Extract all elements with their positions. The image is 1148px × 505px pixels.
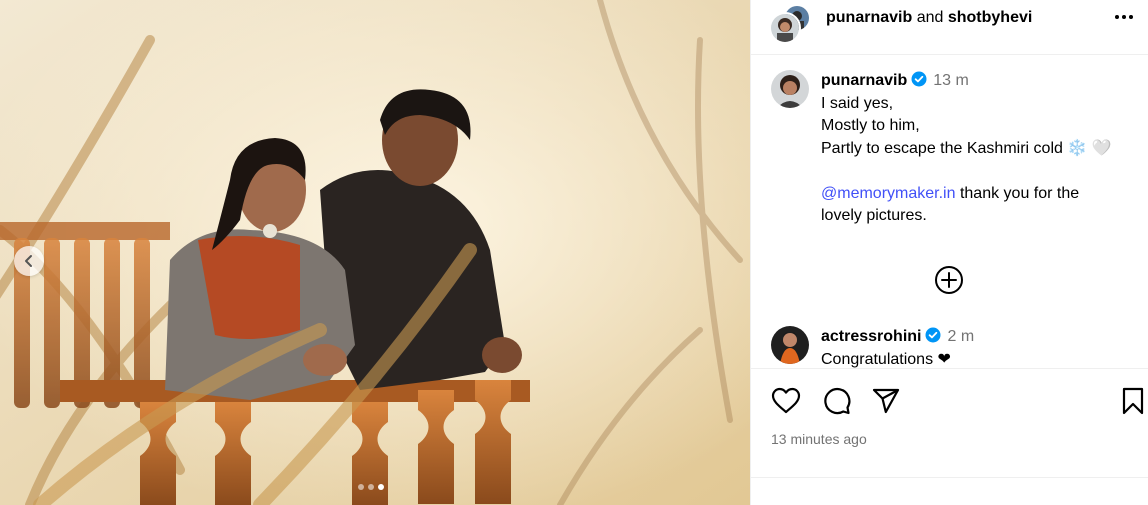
caption-line: Partly to escape the Kashmiri cold ❄️ 🤍 bbox=[821, 139, 1112, 157]
carousel-dot bbox=[358, 484, 364, 490]
post-photo bbox=[0, 0, 750, 505]
caption-text: thank you for the bbox=[959, 184, 1080, 202]
like-button[interactable] bbox=[771, 387, 801, 420]
carousel-prev-button[interactable] bbox=[14, 246, 44, 276]
verified-icon bbox=[911, 71, 927, 87]
caption-line: lovely pictures. bbox=[821, 207, 927, 224]
comment-username[interactable]: punarnavib bbox=[821, 72, 907, 89]
caption-body: punarnavib 13 m I said yes, Mostly to him… bbox=[821, 70, 1121, 228]
avatar[interactable] bbox=[771, 70, 809, 108]
comment-header: actressrohini 2 m bbox=[821, 326, 1121, 349]
comment-time: 13 m bbox=[933, 72, 969, 89]
heart-icon bbox=[771, 387, 801, 414]
share-icon bbox=[872, 388, 900, 414]
comment-time: 2 m bbox=[947, 328, 975, 345]
share-button[interactable] bbox=[871, 387, 901, 420]
collab-avatars[interactable] bbox=[769, 4, 811, 46]
load-more-comments-button[interactable] bbox=[934, 265, 964, 295]
more-options-button[interactable] bbox=[1113, 6, 1135, 34]
post-side-panel: punarnavib and shotbyhevi punarnavib 13 m… bbox=[750, 0, 1148, 505]
plus-circle-icon bbox=[935, 266, 963, 294]
caption-line: I said yes, bbox=[821, 94, 894, 112]
divider bbox=[751, 477, 1148, 478]
more-icon bbox=[1115, 15, 1133, 19]
bookmark-icon bbox=[1122, 387, 1144, 415]
comments-section: punarnavib 13 m I said yes, Mostly to him… bbox=[751, 54, 1148, 368]
avatar bbox=[769, 12, 801, 44]
couple-photo bbox=[0, 0, 750, 505]
chevron-left-icon bbox=[25, 255, 32, 267]
save-button[interactable] bbox=[1121, 387, 1145, 420]
comment-icon bbox=[824, 387, 851, 415]
caption-line: @memorymaker.in thank you for the bbox=[821, 183, 1121, 206]
carousel-dot bbox=[368, 484, 374, 490]
caption-line: Mostly to him, bbox=[821, 117, 920, 134]
carousel-dot-active bbox=[378, 484, 384, 490]
avatar[interactable] bbox=[771, 326, 809, 364]
mention-link[interactable]: @memorymaker.in bbox=[821, 185, 956, 202]
post-header-title: punarnavib and shotbyhevi bbox=[826, 9, 1032, 27]
header-connector: and bbox=[916, 9, 944, 26]
post-timestamp[interactable]: 13 minutes ago bbox=[771, 431, 867, 447]
carousel-indicator bbox=[358, 484, 384, 490]
header-user-link[interactable]: punarnavib bbox=[826, 9, 912, 26]
post-header: punarnavib and shotbyhevi bbox=[751, 0, 1148, 55]
comment-text: Congratulations ❤ bbox=[821, 350, 951, 368]
caption-header: punarnavib 13 m bbox=[821, 70, 1121, 93]
post-actions: 13 minutes ago bbox=[751, 368, 1148, 479]
comment-button[interactable] bbox=[821, 387, 851, 420]
comment-username[interactable]: actressrohini bbox=[821, 328, 921, 345]
comment-body: actressrohini 2 m Congratulations ❤ bbox=[821, 326, 1121, 368]
verified-icon bbox=[925, 327, 941, 343]
header-user-link[interactable]: shotbyhevi bbox=[948, 9, 1032, 26]
